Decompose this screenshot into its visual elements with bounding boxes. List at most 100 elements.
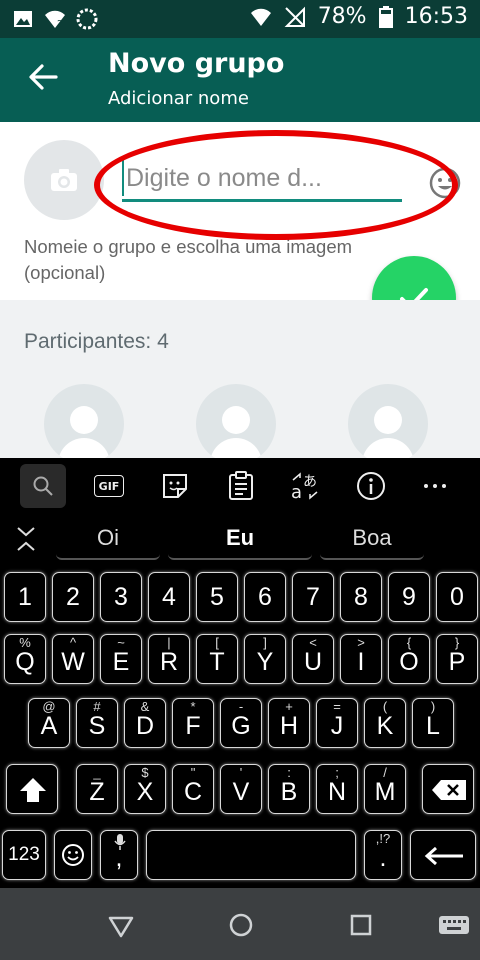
suggestion-item[interactable]: Boa xyxy=(320,518,424,560)
suggestion-item[interactable]: Oi xyxy=(56,518,160,560)
key-r[interactable]: | R xyxy=(148,634,190,684)
key-l[interactable]: ) L xyxy=(412,698,454,748)
key-p[interactable]: } P xyxy=(436,634,478,684)
backspace-key[interactable] xyxy=(422,764,474,814)
backspace-icon xyxy=(432,780,466,800)
search-icon xyxy=(33,476,53,496)
gif-button[interactable]: GIF xyxy=(86,464,132,508)
clock: 16:53 xyxy=(404,4,468,29)
key-i[interactable]: > I xyxy=(340,634,382,684)
collapse-suggestions-icon[interactable] xyxy=(14,526,38,552)
keyboard-switch-icon[interactable] xyxy=(438,910,470,940)
wifi-question-icon: ? xyxy=(45,10,65,30)
home-circle-icon[interactable] xyxy=(226,910,256,940)
back-arrow-icon[interactable] xyxy=(26,60,60,94)
period-key[interactable]: ,!? . xyxy=(364,830,402,880)
system-nav-bar xyxy=(0,888,480,960)
key-5[interactable]: 5 xyxy=(196,572,238,622)
page-title: Novo grupo xyxy=(108,48,285,79)
group-name-input[interactable] xyxy=(122,160,402,196)
no-signal-icon xyxy=(284,6,305,27)
gallery-icon xyxy=(14,11,32,27)
svg-text:?: ? xyxy=(57,19,62,30)
key-m[interactable]: / M xyxy=(364,764,406,814)
more-dots-icon xyxy=(424,484,446,488)
key-7[interactable]: 7 xyxy=(292,572,334,622)
key-a[interactable]: @ A xyxy=(28,698,70,748)
emoji-key[interactable] xyxy=(54,830,92,880)
battery-icon xyxy=(378,5,393,28)
clipboard-button[interactable] xyxy=(218,464,264,508)
key-4[interactable]: 4 xyxy=(148,572,190,622)
page-subtitle: Adicionar nome xyxy=(108,88,249,109)
key-u[interactable]: < U xyxy=(292,634,334,684)
battery-percent: 78% xyxy=(317,4,367,29)
group-photo-picker[interactable] xyxy=(24,140,104,220)
comma-key[interactable]: , xyxy=(100,830,138,880)
key-2[interactable]: 2 xyxy=(52,572,94,622)
key-1[interactable]: 1 xyxy=(4,572,46,622)
key-q[interactable]: % Q xyxy=(4,634,46,684)
key-3[interactable]: 3 xyxy=(100,572,142,622)
key-0[interactable]: 0 xyxy=(436,572,478,622)
sticker-icon xyxy=(163,474,187,498)
key-v[interactable]: ' V xyxy=(220,764,262,814)
key-w[interactable]: ^ W xyxy=(52,634,94,684)
avatar[interactable] xyxy=(44,384,124,464)
more-button[interactable] xyxy=(412,464,458,508)
key-s[interactable]: # S xyxy=(76,698,118,748)
suggestion-item[interactable]: Eu xyxy=(168,518,312,560)
status-bar: ? 78% 16:53 xyxy=(0,0,480,38)
shift-icon xyxy=(20,778,46,802)
wifi-icon xyxy=(250,8,271,26)
participants-count: Participantes: 4 xyxy=(24,330,169,353)
key-e[interactable]: ~ E xyxy=(100,634,142,684)
group-name-hint: Nomeie o grupo e escolha uma imagem (opc… xyxy=(24,236,353,283)
svg-text:あ: あ xyxy=(303,474,317,490)
key-x[interactable]: $ X xyxy=(124,764,166,814)
participants-section: Participantes: 4 xyxy=(0,300,480,464)
key-k[interactable]: (K xyxy=(364,698,406,748)
back-triangle-icon[interactable] xyxy=(106,910,136,940)
emoji-icon[interactable] xyxy=(428,166,462,200)
key-j[interactable]: = J xyxy=(316,698,358,748)
key-d[interactable]: & D xyxy=(124,698,166,748)
key-c[interactable]: " C xyxy=(172,764,214,814)
key-n[interactable]: ; N xyxy=(316,764,358,814)
translate-icon: aあ xyxy=(291,472,318,502)
svg-text:a: a xyxy=(291,482,302,502)
clipboard-icon xyxy=(229,471,253,500)
sync-icon xyxy=(76,8,98,30)
keyboard-search-button[interactable] xyxy=(20,464,66,508)
enter-arrow-icon xyxy=(424,846,463,866)
keyboard-toolbar: GIF aあ xyxy=(0,458,480,514)
avatar[interactable] xyxy=(348,384,428,464)
app-bar: Novo grupo Adicionar nome xyxy=(0,38,480,122)
keyboard: GIF aあ Oi Eu Boa 123 , ,!? . 1 2 3 4 5 6… xyxy=(0,458,480,888)
info-icon xyxy=(357,472,385,500)
key-g[interactable]: -G xyxy=(220,698,262,748)
gif-icon: GIF xyxy=(94,475,124,497)
recents-square-icon[interactable] xyxy=(346,910,376,940)
shift-key[interactable] xyxy=(6,764,58,814)
key-h[interactable]: + H xyxy=(268,698,310,748)
key-8[interactable]: 8 xyxy=(340,572,382,622)
sticker-button[interactable] xyxy=(152,464,198,508)
key-f[interactable]: * F xyxy=(172,698,214,748)
key-z[interactable]: _ Z xyxy=(76,764,118,814)
emoji-keyboard-icon xyxy=(62,844,84,866)
space-key[interactable] xyxy=(146,830,356,880)
key-9[interactable]: 9 xyxy=(388,572,430,622)
translate-button[interactable]: aあ xyxy=(282,464,328,508)
avatar[interactable] xyxy=(196,384,276,464)
group-name-field xyxy=(122,160,402,202)
key-b[interactable]: :B xyxy=(268,764,310,814)
key-y[interactable]: ] Y xyxy=(244,634,286,684)
camera-icon xyxy=(51,169,77,191)
enter-key[interactable] xyxy=(410,830,476,880)
key-o[interactable]: {O xyxy=(388,634,430,684)
symbols-key[interactable]: 123 xyxy=(2,830,46,880)
key-6[interactable]: 6 xyxy=(244,572,286,622)
key-t[interactable]: [T xyxy=(196,634,238,684)
info-button[interactable] xyxy=(348,464,394,508)
